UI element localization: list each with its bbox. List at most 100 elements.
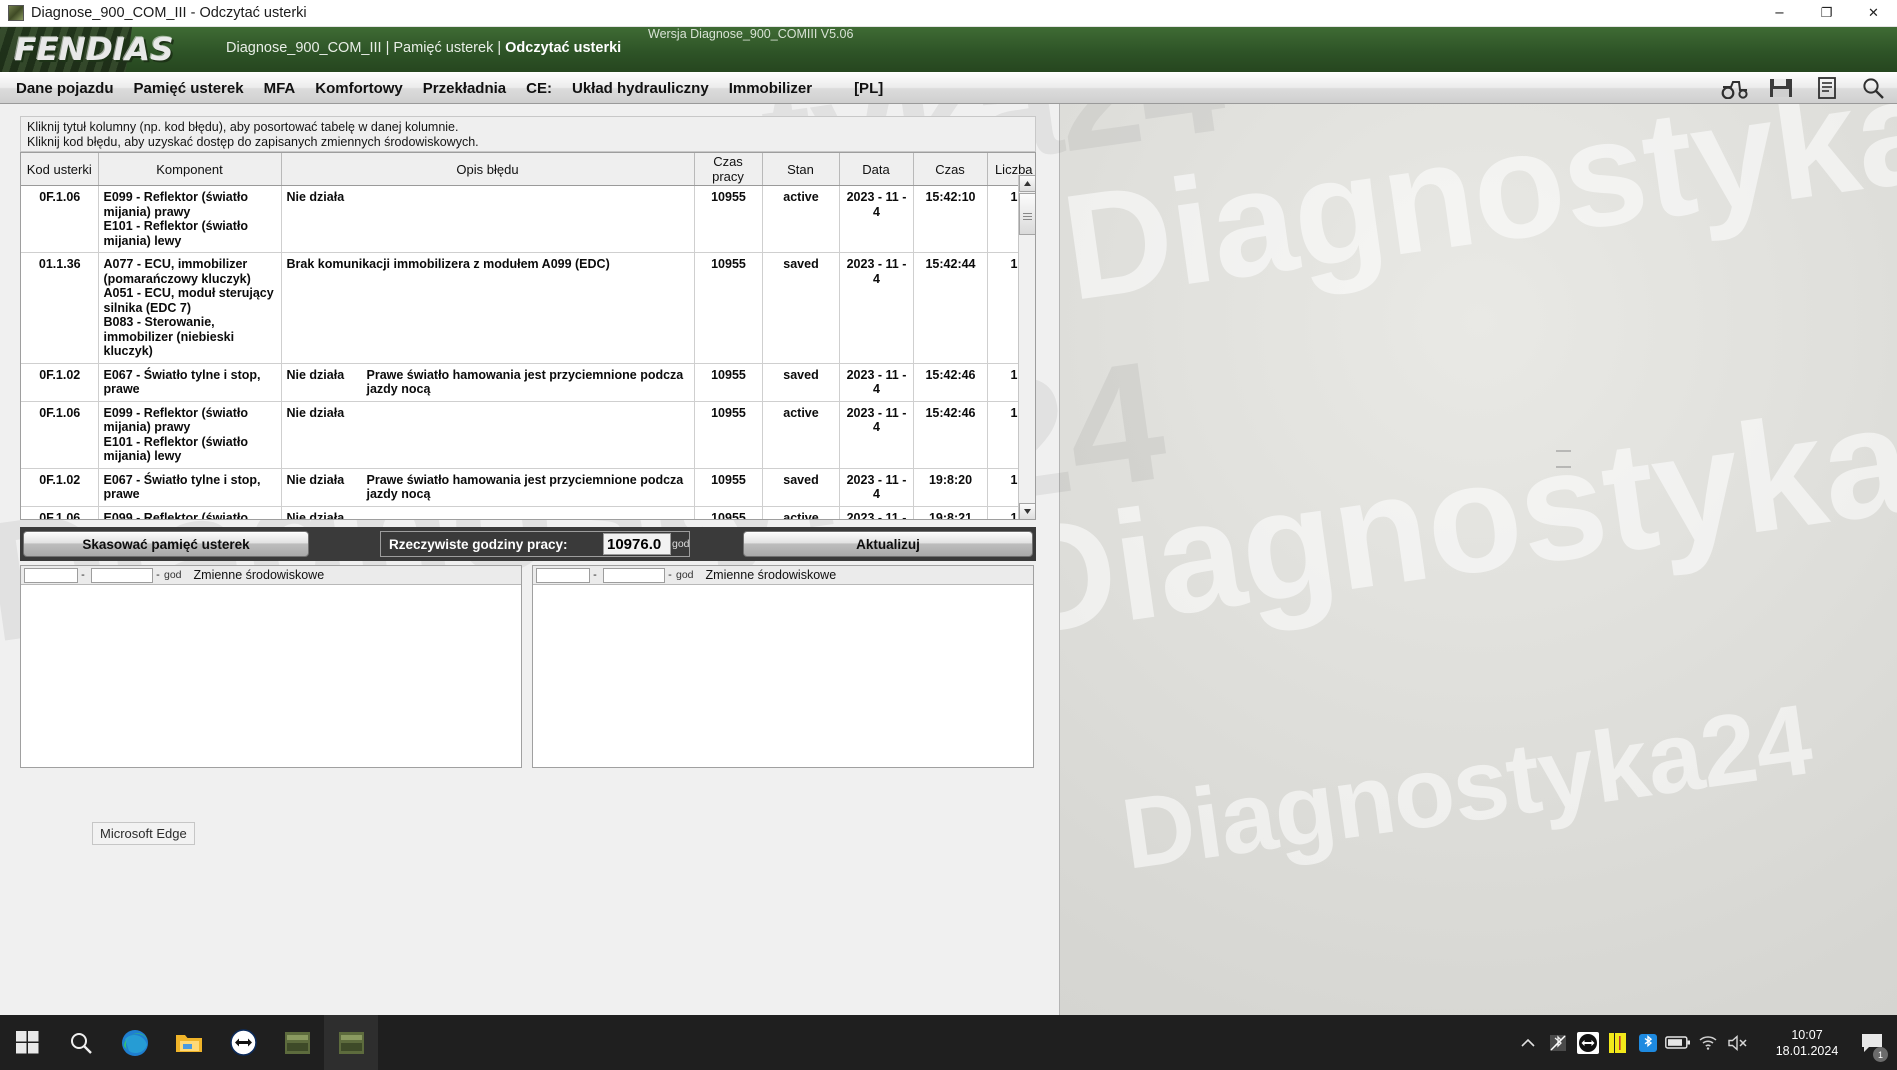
- table-row[interactable]: 0F.1.02 E067 - Światło tylne i stop, praw…: [21, 363, 1035, 402]
- cell-fault-code[interactable]: 0F.1.02: [21, 363, 99, 402]
- battery-meter-icon[interactable]: [1603, 1015, 1633, 1070]
- description-long: [363, 190, 690, 205]
- table-scrollbar[interactable]: [1018, 175, 1035, 519]
- cell-operating-hours: 10955: [694, 185, 763, 253]
- file-explorer-button[interactable]: [162, 1015, 216, 1070]
- close-icon: ✕: [1868, 5, 1879, 21]
- column-header-czas-pracy[interactable]: Czas pracy: [694, 153, 763, 186]
- cell-component: E067 - Światło tylne i stop, prawe: [98, 468, 282, 507]
- cell-fault-code[interactable]: 0F.1.02: [21, 468, 99, 507]
- scrollbar-thumb[interactable]: [1019, 193, 1035, 235]
- cell-description: Nie działa Prawe światło hamowania jest p…: [281, 468, 695, 507]
- scroll-down-button[interactable]: [1019, 503, 1035, 519]
- menu-item-uklad-hydrauliczny[interactable]: Układ hydrauliczny: [562, 72, 719, 104]
- table-row[interactable]: 01.1.36 A077 - ECU, immobilizer (pomarańc…: [21, 252, 1035, 364]
- clock[interactable]: 10:07 18.01.2024: [1761, 1015, 1853, 1070]
- cell-component: E067 - Światło tylne i stop, prawe: [98, 363, 282, 402]
- menu-item-mfa[interactable]: MFA: [254, 72, 306, 104]
- env-field-right-2[interactable]: [603, 567, 665, 583]
- breadcrumb-current: Odczytać usterki: [505, 40, 622, 56]
- search-icon[interactable]: [1855, 74, 1891, 102]
- cell-description: Nie działa: [281, 185, 695, 253]
- menu-item-dane-pojazdu[interactable]: Dane pojazdu: [6, 72, 124, 104]
- column-header-data[interactable]: Data: [839, 153, 914, 186]
- description-long: Prawe światło hamowania jest przyciemnio…: [366, 367, 684, 397]
- fendias-window-button-2[interactable]: [324, 1015, 378, 1070]
- fault-table-container: Kod usterki Komponent Opis błędu Czas pr…: [20, 152, 1036, 520]
- cell-state: active: [762, 185, 840, 253]
- close-button[interactable]: ✕: [1850, 0, 1897, 27]
- notification-center-button[interactable]: 1: [1853, 1015, 1891, 1070]
- clear-fault-memory-button[interactable]: Skasować pamięć usterek: [23, 531, 309, 557]
- operating-hours-input[interactable]: 10976.0: [603, 533, 671, 555]
- sort-hint-box: Kliknij tytuł kolumny (np. kod błędu), a…: [20, 116, 1036, 152]
- tractor-icon[interactable]: [1717, 74, 1753, 102]
- env-field-left-2[interactable]: [91, 567, 153, 583]
- bluetooth-off-icon[interactable]: [1543, 1015, 1573, 1070]
- minimize-button[interactable]: −: [1756, 0, 1803, 27]
- cell-fault-code[interactable]: 0F.1.06: [21, 401, 99, 469]
- start-button[interactable]: [0, 1015, 54, 1070]
- save-disk-icon[interactable]: [1763, 74, 1799, 102]
- env-dash-right-2: -: [668, 569, 672, 581]
- cell-operating-hours: 10955: [694, 363, 763, 402]
- menu-item-pamiec-usterek[interactable]: Pamięć usterek: [124, 72, 254, 104]
- column-header-stan[interactable]: Stan: [762, 153, 840, 186]
- fault-table-body: 0F.1.06 E099 - Reflektor (światło mijania…: [21, 185, 1035, 520]
- env-field-left-1[interactable]: [24, 567, 78, 583]
- teamviewer-tray-icon[interactable]: [1573, 1015, 1603, 1070]
- env-unit-left: god: [164, 569, 182, 581]
- description-long: Prawe światło hamowania jest przyciemnio…: [366, 472, 684, 502]
- window-controls: − ❐ ✕: [1756, 0, 1897, 27]
- teamviewer-button[interactable]: [216, 1015, 270, 1070]
- brand-header: FENDIAS Diagnose_900_COM_III | Pamięć us…: [0, 27, 1897, 72]
- scroll-hint-icon-2: —: [1556, 458, 1571, 475]
- update-button[interactable]: Aktualizuj: [743, 531, 1033, 557]
- maximize-icon: ❐: [1820, 5, 1833, 21]
- table-row[interactable]: 0F.1.06E099 - Reflektor (światło mijania…: [21, 506, 1035, 520]
- table-row[interactable]: 0F.1.06E099 - Reflektor (światło mijania…: [21, 185, 1035, 253]
- wifi-icon[interactable]: [1693, 1015, 1723, 1070]
- scroll-up-button[interactable]: [1019, 175, 1035, 192]
- table-row[interactable]: 0F.1.02 E067 - Światło tylne i stop, praw…: [21, 468, 1035, 507]
- cell-date: 2023 - 11 -4: [839, 252, 914, 364]
- env-title-right: Zmienne środowiskowe: [705, 568, 837, 582]
- report-icon[interactable]: [1809, 74, 1845, 102]
- cell-fault-code[interactable]: 01.1.36: [21, 252, 99, 364]
- maximize-button[interactable]: ❐: [1803, 0, 1850, 27]
- environment-body-left: [21, 585, 521, 767]
- environment-pane-left: - - god Zmienne środowiskowe: [20, 565, 522, 768]
- description-short: Nie działa: [286, 405, 345, 420]
- fendias-window-button[interactable]: [270, 1015, 324, 1070]
- bluetooth-icon[interactable]: [1633, 1015, 1663, 1070]
- volume-muted-icon[interactable]: [1723, 1015, 1753, 1070]
- search-button[interactable]: [54, 1015, 108, 1070]
- hint-line-2: Kliknij kod błędu, aby uzyskać dostęp do…: [27, 135, 479, 149]
- cell-state: active: [762, 506, 840, 519]
- cell-operating-hours: 10955: [694, 401, 763, 469]
- chevron-up-icon[interactable]: [1513, 1015, 1543, 1070]
- column-header-opis-bledu[interactable]: Opis błędu: [281, 153, 695, 186]
- operating-hours-unit: god: [672, 538, 690, 550]
- edge-button[interactable]: [108, 1015, 162, 1070]
- table-row[interactable]: 0F.1.06E099 - Reflektor (światło mijania…: [21, 401, 1035, 469]
- environment-body-right: [533, 585, 1033, 767]
- menu-item-language[interactable]: [PL]: [844, 72, 893, 104]
- menu-item-immobilizer[interactable]: Immobilizer: [719, 72, 822, 104]
- description-short: Nie działa: [286, 510, 345, 520]
- cell-fault-code[interactable]: 0F.1.06: [21, 185, 99, 253]
- cell-description: Nie działa Prawe światło hamowania jest p…: [281, 363, 695, 402]
- menu-item-przekladnia[interactable]: Przekładnia: [413, 72, 516, 104]
- cell-date: 2023 - 11 -4: [839, 401, 914, 469]
- column-header-kod-usterki[interactable]: Kod usterki: [21, 153, 99, 186]
- menu-item-komfortowy[interactable]: Komfortowy: [305, 72, 413, 104]
- menu-item-ce[interactable]: CE:: [516, 72, 562, 104]
- env-field-right-1[interactable]: [536, 567, 590, 583]
- description-long: [363, 406, 690, 421]
- column-header-czas[interactable]: Czas: [913, 153, 988, 186]
- column-header-komponent[interactable]: Komponent: [98, 153, 282, 186]
- env-unit-right: god: [676, 569, 694, 581]
- cell-description: Brak komunikacji immobilizera z modułem …: [281, 252, 695, 364]
- cell-fault-code[interactable]: 0F.1.06: [21, 506, 99, 519]
- battery-icon[interactable]: [1663, 1015, 1693, 1070]
